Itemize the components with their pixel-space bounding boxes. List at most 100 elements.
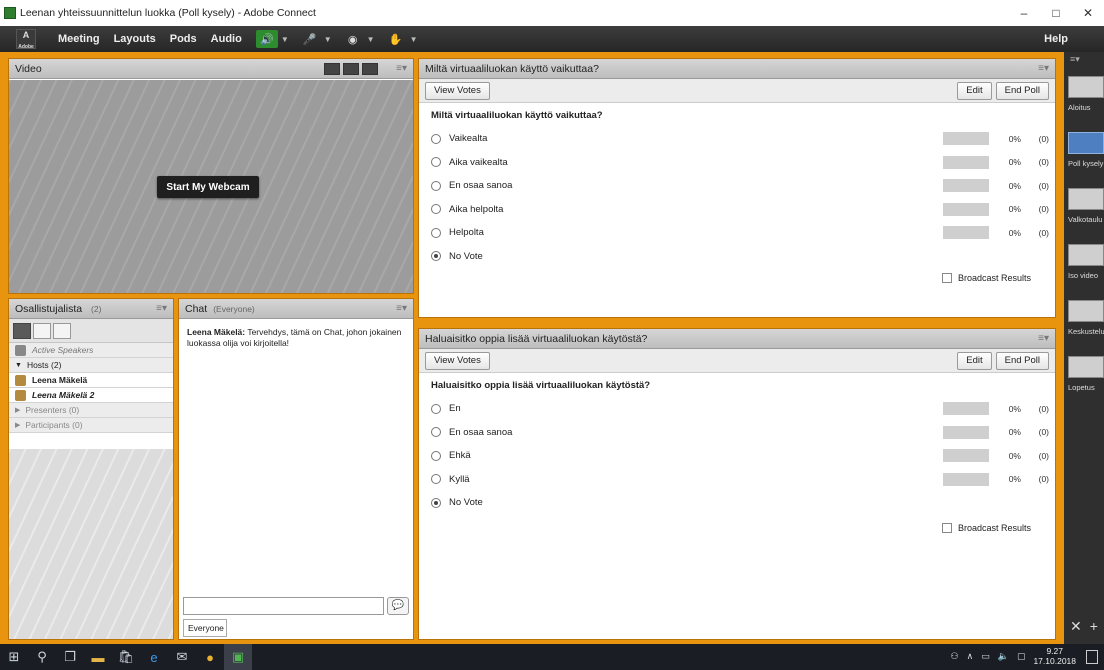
presenters-group[interactable]: ▶ Presenters (0) — [9, 403, 173, 418]
speaker-icon[interactable]: 🔊 — [255, 30, 278, 48]
layout-item[interactable]: Keskustelu — [1068, 300, 1104, 336]
tree-view-icon[interactable] — [33, 322, 51, 339]
hosts-group[interactable]: ▼ Hosts (2) — [9, 358, 173, 373]
poll-option[interactable]: Ehkä 0% (0) — [419, 444, 1055, 468]
video-view-toggle[interactable] — [324, 62, 379, 75]
radio-button[interactable] — [431, 403, 441, 414]
broadcast-results-toggle[interactable]: Broadcast Results — [941, 522, 1031, 533]
rail-options-icon[interactable]: ≡▾ — [1064, 52, 1104, 67]
close-button[interactable]: ✕ — [1072, 6, 1104, 20]
wrench-icon[interactable]: ✕ — [1070, 618, 1090, 634]
list-view-icon[interactable] — [13, 322, 31, 339]
radio-button[interactable] — [431, 180, 441, 191]
send-message-icon[interactable]: 💬 — [387, 597, 409, 615]
pod-options-icon[interactable]: ≡▾ — [1038, 333, 1049, 344]
chrome-icon[interactable]: ● — [196, 644, 224, 670]
sort-icon[interactable] — [53, 322, 71, 339]
chevron-up-icon[interactable]: ∧ — [967, 651, 974, 662]
view-votes-button[interactable]: View Votes — [425, 351, 490, 370]
list-item[interactable]: Leena Mäkelä 2 — [9, 388, 173, 403]
participants-group[interactable]: ▶ Participants (0) — [9, 418, 173, 433]
edge-browser-icon[interactable]: e — [140, 644, 168, 670]
speaker-dropdown-icon[interactable]: ▼ — [281, 35, 289, 44]
poll-option[interactable]: Vaikealta 0% (0) — [419, 127, 1055, 151]
radio-button[interactable] — [431, 427, 441, 438]
pod-options-icon[interactable]: ≡▾ — [156, 303, 167, 314]
fullscreen-icon[interactable] — [362, 62, 379, 75]
maximize-button[interactable]: □ — [1040, 6, 1072, 20]
network-icon[interactable]: ▢ — [1017, 651, 1026, 662]
broadcast-results-toggle[interactable]: Broadcast Results — [941, 273, 1031, 283]
poll-option[interactable]: En osaa sanoa 0% (0) — [419, 421, 1055, 445]
file-explorer-icon[interactable]: ▬ — [84, 644, 112, 670]
adobe-connect-taskbar-icon[interactable]: ▣ — [224, 644, 252, 670]
radio-button[interactable] — [431, 133, 441, 144]
radio-button[interactable] — [431, 204, 441, 215]
clock[interactable]: 9.27 17.10.2018 — [1033, 646, 1076, 666]
chat-tab-everyone[interactable]: Everyone — [183, 619, 227, 637]
help-menu[interactable]: Help — [1044, 33, 1068, 45]
layout-thumbnail[interactable] — [1068, 76, 1104, 98]
radio-button[interactable] — [431, 227, 441, 238]
notifications-icon[interactable] — [1086, 650, 1098, 664]
mail-icon[interactable]: ✉ — [168, 644, 196, 670]
layout-thumbnail[interactable] — [1068, 356, 1104, 378]
layout-thumbnail[interactable] — [1068, 300, 1104, 322]
pod-options-icon[interactable]: ≡▾ — [1038, 63, 1049, 74]
add-layout-icon[interactable]: + — [1090, 618, 1104, 634]
microphone-icon[interactable]: 🎤 — [299, 30, 321, 48]
pod-options-icon[interactable]: ≡▾ — [396, 303, 407, 314]
pod-options-icon[interactable]: ≡▾ — [396, 63, 407, 74]
poll-option[interactable]: En 0% (0) — [419, 397, 1055, 421]
radio-button[interactable] — [431, 450, 441, 461]
layout-item[interactable]: Iso video — [1068, 244, 1104, 280]
people-icon[interactable]: ⚇ — [951, 651, 959, 662]
poll-option[interactable]: Aika helpolta 0% (0) — [419, 198, 1055, 222]
filmstrip-view-icon[interactable] — [343, 62, 360, 75]
end-poll-button[interactable]: End Poll — [995, 81, 1049, 100]
volume-icon[interactable]: 🔈 — [998, 651, 1009, 662]
layout-thumbnail[interactable] — [1068, 188, 1104, 210]
poll-option[interactable]: Helpolta 0% (0) — [419, 221, 1055, 245]
poll-option[interactable]: Aika vaikealta 0% (0) — [419, 151, 1055, 175]
poll-option-no-vote[interactable]: No Vote — [419, 491, 1055, 515]
poll-option[interactable]: Kyllä 0% (0) — [419, 468, 1055, 492]
edit-poll-button[interactable]: Edit — [957, 81, 992, 100]
webcam-dropdown-icon[interactable]: ▼ — [367, 35, 375, 44]
layout-item[interactable]: Valkotaulu — [1068, 188, 1104, 224]
menu-meeting[interactable]: Meeting — [58, 33, 100, 45]
radio-button-selected[interactable] — [431, 497, 441, 508]
layout-item[interactable]: Lopetus — [1068, 356, 1104, 392]
menu-audio[interactable]: Audio — [211, 33, 242, 45]
layout-item-selected[interactable]: Poll kysely — [1068, 132, 1104, 168]
radio-button-selected[interactable] — [431, 251, 441, 262]
battery-icon[interactable]: ▭ — [981, 651, 990, 662]
task-view-icon[interactable]: ❐ — [56, 644, 84, 670]
end-poll-button[interactable]: End Poll — [995, 351, 1049, 370]
radio-button[interactable] — [431, 474, 441, 485]
windows-start-icon[interactable]: ⊞ — [0, 644, 28, 670]
status-dropdown-icon[interactable]: ▼ — [410, 35, 418, 44]
start-webcam-button[interactable]: Start My Webcam — [157, 176, 259, 198]
store-icon[interactable]: 🛍 — [112, 644, 140, 670]
grid-view-icon[interactable] — [324, 62, 341, 75]
poll-option-no-vote[interactable]: No Vote — [419, 245, 1055, 269]
broadcast-checkbox[interactable] — [941, 522, 952, 533]
minimize-button[interactable]: – — [1008, 6, 1040, 20]
menu-pods[interactable]: Pods — [170, 33, 197, 45]
radio-button[interactable] — [431, 157, 441, 168]
broadcast-checkbox[interactable] — [941, 273, 952, 283]
raise-hand-icon[interactable]: ✋ — [385, 30, 407, 48]
search-icon[interactable]: ⚲ — [28, 644, 56, 670]
edit-poll-button[interactable]: Edit — [957, 351, 992, 370]
poll-option[interactable]: En osaa sanoa 0% (0) — [419, 174, 1055, 198]
microphone-dropdown-icon[interactable]: ▼ — [324, 35, 332, 44]
layout-item[interactable]: Aloitus — [1068, 76, 1104, 112]
layout-thumbnail[interactable] — [1068, 244, 1104, 266]
menu-layouts[interactable]: Layouts — [114, 33, 156, 45]
chat-input[interactable] — [183, 597, 384, 615]
view-votes-button[interactable]: View Votes — [425, 81, 490, 100]
webcam-icon[interactable]: ◉ — [342, 30, 364, 48]
layout-thumbnail[interactable] — [1068, 132, 1104, 154]
list-item[interactable]: Leena Mäkelä — [9, 373, 173, 388]
